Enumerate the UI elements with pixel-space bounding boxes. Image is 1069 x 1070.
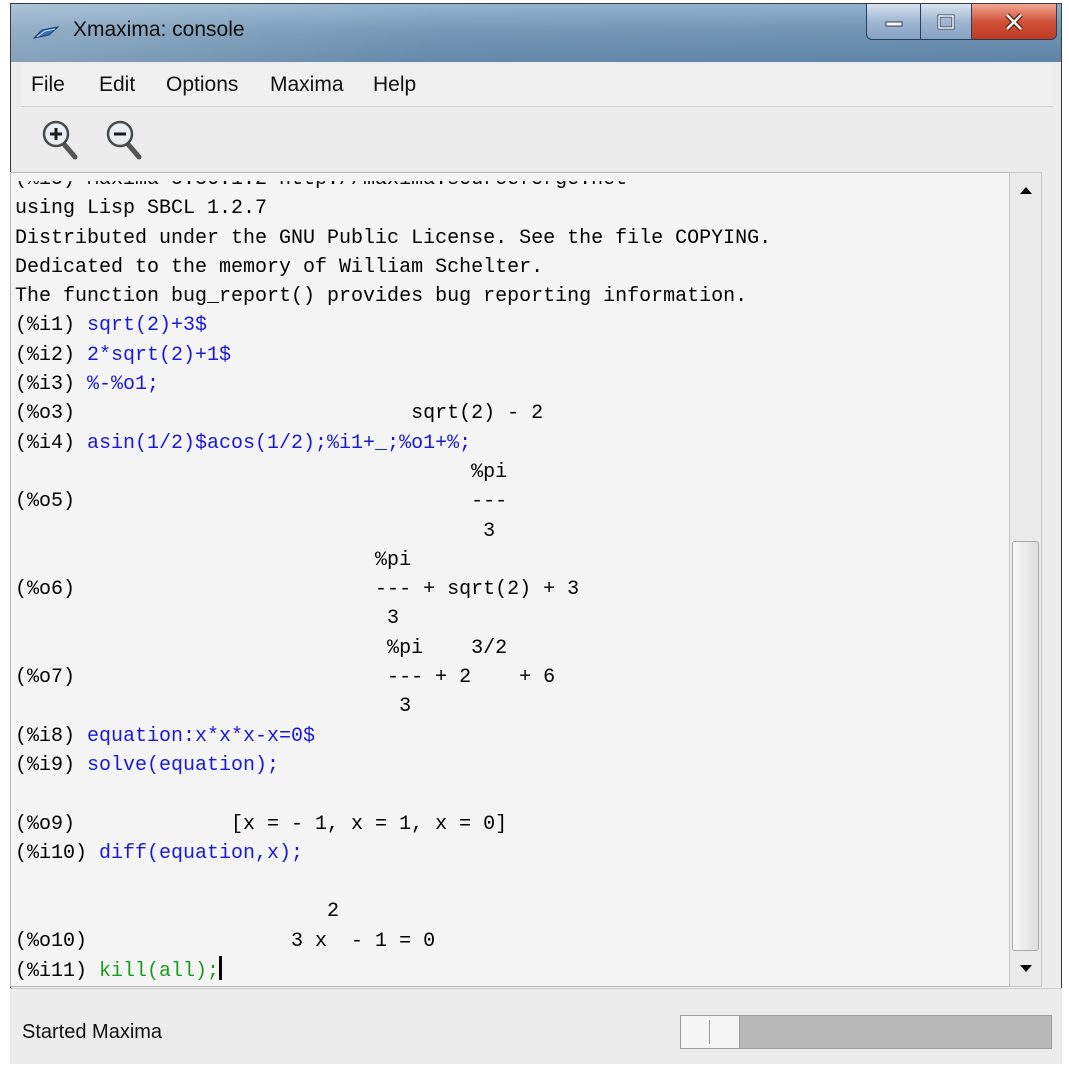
console-output-text: %pi (15, 548, 412, 572)
console-line: (%i5) Maxima 5.36.1.2 http://maxima.sour… (11, 172, 1009, 194)
menu-edit[interactable]: Edit (99, 73, 135, 97)
text-cursor (219, 956, 223, 981)
console-output-text: Distributed under the GNU Public License… (15, 226, 772, 250)
console-line: (%i2) 2*sqrt(2)+1$ (11, 341, 1009, 370)
console-input-text: equation:x*x*x-x=0$ (87, 724, 316, 748)
arrow-down-icon (1019, 965, 1032, 972)
console-line: (%o6) --- + sqrt(2) + 3 (11, 575, 1009, 604)
console-output-text: 3 (15, 695, 412, 719)
console-output-text: (%i3) (15, 373, 88, 397)
console-line: (%i1) sqrt(2)+3$ (11, 311, 1009, 340)
console-output-text: (%i10) (15, 841, 100, 865)
menu-maxima[interactable]: Maxima (270, 73, 344, 97)
console-output-text: %pi (15, 460, 508, 484)
console-output-text: using Lisp SBCL 1.2.7 (15, 197, 268, 221)
menu-file[interactable]: File (31, 73, 65, 97)
maximize-icon (937, 14, 955, 29)
close-button[interactable] (971, 4, 1057, 40)
console-output-text: (%i11) (15, 960, 100, 984)
console-output-text: %pi 3/2 (15, 636, 508, 660)
console-output-text: (%o5) --- (15, 490, 508, 514)
status-bar: Started Maxima (10, 988, 1062, 1064)
zoom-in-button[interactable] (41, 119, 81, 163)
console-output-text: 2 (15, 900, 340, 924)
console-input-text: asin(1/2)$acos(1/2);%i1+_;%o1+%; (87, 431, 472, 455)
arrow-up-icon (1019, 187, 1032, 194)
console-line: (%o10) 3 x - 1 = 0 (11, 927, 1009, 956)
console-output-text: 3 (15, 519, 496, 543)
console-line: (%o7) --- + 2 + 6 (11, 663, 1009, 692)
console-input-text: solve(equation); (87, 753, 280, 777)
console-line: 3 (11, 692, 1009, 721)
console-output-text: (%i8) (15, 724, 88, 748)
console-output-text: (%i5) Maxima 5.36.1.2 http://maxima.sour… (15, 172, 628, 191)
console-line: 3 (11, 517, 1009, 546)
console-line: using Lisp SBCL 1.2.7 (11, 194, 1009, 223)
console-text-area[interactable]: (%i5) Maxima 5.36.1.2 http://maxima.sour… (10, 172, 1010, 987)
console-output-text: (%o9) [x = - 1, x = 1, x = 0] (15, 812, 508, 836)
maximize-button[interactable] (920, 4, 972, 40)
minimize-button[interactable] (866, 4, 921, 40)
progress-indicator (681, 1016, 740, 1048)
console-line: (%i10) diff(equation,x); (11, 839, 1009, 868)
console-output-text: (%o3) sqrt(2) - 2 (15, 402, 544, 426)
console-input-text: %-%o1; (87, 373, 160, 397)
close-icon (1005, 12, 1023, 31)
console-line: (%i9) solve(equation); (11, 751, 1009, 780)
console-line: (%o3) sqrt(2) - 2 (11, 399, 1009, 428)
console-input-text: sqrt(2)+3$ (87, 314, 208, 338)
zoom-out-button[interactable] (105, 119, 145, 163)
console-line: %pi 3/2 (11, 634, 1009, 663)
console-output-text: (%i9) (15, 753, 88, 777)
scroll-up-button[interactable] (1010, 175, 1041, 205)
console-output-text: The function bug_report() provides bug r… (15, 285, 748, 309)
status-progress-bar (680, 1015, 1052, 1049)
console-line: %pi (11, 458, 1009, 487)
console-input-text: 2*sqrt(2)+1$ (87, 343, 232, 367)
console-input-text: diff(equation,x); (99, 841, 304, 865)
zoom-out-icon (106, 120, 142, 160)
console-line: %pi (11, 546, 1009, 575)
menu-options[interactable]: Options (166, 73, 238, 97)
menu-help[interactable]: Help (373, 73, 416, 97)
console-output-text: (%i2) (15, 343, 88, 367)
console-line: (%i8) equation:x*x*x-x=0$ (11, 722, 1009, 751)
console-line: Dedicated to the memory of William Schel… (11, 253, 1009, 282)
console-line: (%o9) [x = - 1, x = 1, x = 0] (11, 810, 1009, 839)
console-output-text: (%i4) (15, 431, 88, 455)
console-line: Distributed under the GNU Public License… (11, 224, 1009, 253)
console-output-text: (%i1) (15, 314, 88, 338)
toolbar (21, 107, 1053, 177)
console-output-text: (%o6) --- + sqrt(2) + 3 (15, 578, 580, 602)
console-line: (%i3) %-%o1; (11, 370, 1009, 399)
console-line: (%i4) asin(1/2)$acos(1/2);%i1+_;%o1+%; (11, 429, 1009, 458)
status-text: Started Maxima (22, 1021, 163, 1043)
console-input-text: kill(all); (99, 960, 220, 984)
vertical-scrollbar[interactable] (1009, 172, 1042, 987)
scroll-thumb[interactable] (1012, 541, 1039, 951)
console-output-text: (%o10) 3 x - 1 = 0 (15, 929, 436, 953)
console-lines: (%i5) Maxima 5.36.1.2 http://maxima.sour… (11, 172, 1009, 985)
xmaxima-app-icon (33, 26, 59, 39)
menu-bar: File Edit Options Maxima Help (21, 64, 1053, 107)
minimize-icon (885, 21, 902, 26)
title-bar[interactable]: Xmaxima: console (11, 4, 1061, 62)
console-line: The function bug_report() provides bug r… (11, 282, 1009, 311)
console-line: (%i11) kill(all); (11, 956, 1009, 985)
console-line: 2 (11, 897, 1009, 926)
console-output-text: 3 (15, 607, 400, 631)
console-output-text: (%o7) --- + 2 + 6 (15, 666, 556, 690)
console-line: (%o5) --- (11, 487, 1009, 516)
scroll-down-button[interactable] (1010, 954, 1041, 984)
zoom-in-icon (42, 120, 78, 160)
console-output-text: Dedicated to the memory of William Schel… (15, 255, 544, 279)
console-line: 3 (11, 604, 1009, 633)
window-title: Xmaxima: console (73, 18, 245, 41)
